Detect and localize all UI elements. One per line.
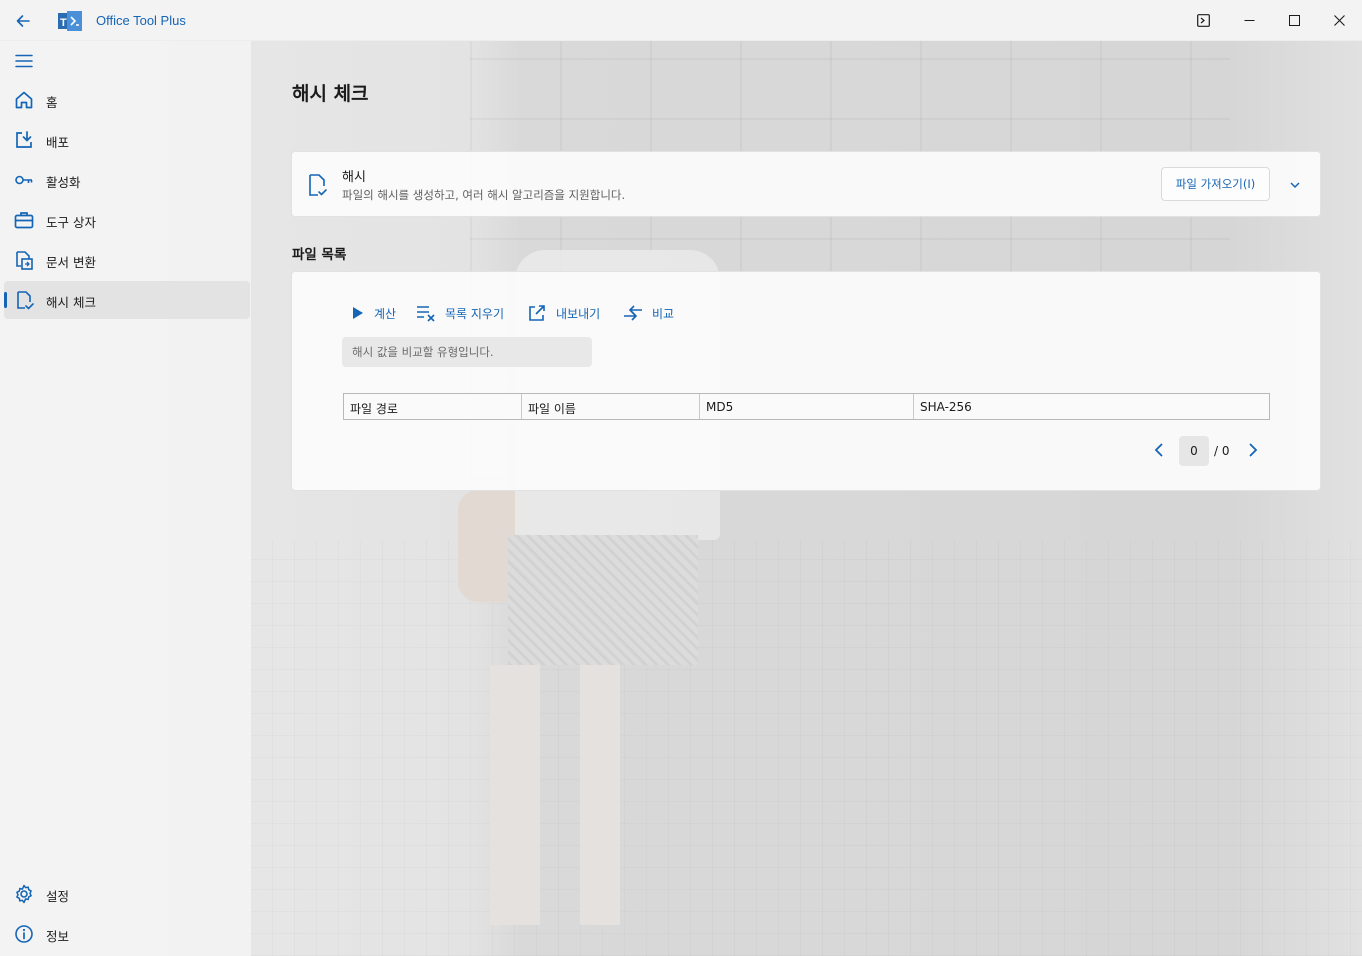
column-header-file-path[interactable]: 파일 경로 [344, 394, 522, 419]
sidebar-item-document-convert[interactable]: 문서 변환 [4, 241, 250, 279]
expand-button[interactable] [1284, 174, 1306, 196]
sidebar-item-label: 해시 체크 [46, 295, 96, 310]
compare-label: 비교 [652, 306, 675, 321]
calculate-label: 계산 [374, 306, 397, 321]
hash-card-title: 해시 [342, 170, 366, 185]
sidebar-item-about[interactable]: 정보 [4, 915, 250, 953]
import-file-button[interactable]: 파일 가져오기(I) [1161, 167, 1270, 201]
maximize-button[interactable] [1271, 0, 1317, 41]
column-header-md5[interactable]: MD5 [700, 394, 914, 419]
file-list-card: 계산 목록 지우기 내보내기 비교 파일 경로 [291, 271, 1321, 491]
close-button[interactable] [1316, 0, 1362, 41]
file-list-title: 파일 목록 [292, 247, 347, 263]
clear-list-label: 목록 지우기 [445, 306, 505, 321]
toolbox-icon [14, 212, 34, 229]
command-palette-button[interactable] [1180, 0, 1226, 41]
hash-compare-input[interactable] [342, 337, 592, 367]
arrow-left-icon [16, 15, 30, 27]
column-header-file-name[interactable]: 파일 이름 [522, 394, 700, 419]
gear-icon [16, 884, 32, 904]
app-title: Office Tool Plus [96, 13, 186, 28]
previous-page-button[interactable] [1147, 438, 1169, 462]
column-header-sha256[interactable]: SHA-256 [914, 394, 1269, 419]
home-icon [15, 91, 33, 109]
sidebar-item-deploy[interactable]: 배포 [4, 121, 250, 159]
maximize-icon [1288, 15, 1300, 26]
minimize-button[interactable] [1226, 0, 1272, 41]
calculate-button[interactable]: 계산 [348, 301, 396, 325]
compare-button[interactable]: 비교 [623, 301, 674, 325]
total-pages: / 0 [1214, 444, 1230, 458]
sidebar-item-label: 정보 [46, 929, 70, 944]
chevron-left-icon [1154, 443, 1162, 457]
export-icon [527, 303, 547, 323]
hash-card: 해시 파일의 해시를 생성하고, 여러 해시 알고리즘을 지원합니다. 파일 가… [291, 151, 1321, 217]
sidebar: 홈 배포 활성화 도구 상자 문서 변환 해시 체크 설정 정보 [0, 41, 251, 956]
next-page-button[interactable] [1242, 438, 1264, 462]
hash-file-icon [309, 174, 327, 196]
sidebar-item-settings[interactable]: 설정 [4, 875, 250, 913]
sidebar-item-label: 도구 상자 [46, 215, 96, 230]
current-page-box[interactable]: 0 [1179, 436, 1209, 466]
clear-list-button[interactable]: 목록 지우기 [416, 301, 504, 325]
document-convert-icon [16, 251, 33, 270]
sidebar-item-activation[interactable]: 활성화 [4, 161, 250, 199]
sidebar-item-label: 문서 변환 [46, 255, 96, 270]
hash-card-description: 파일의 해시를 생성하고, 여러 해시 알고리즘을 지원합니다. [342, 188, 626, 202]
deploy-icon [16, 131, 32, 148]
key-icon [15, 175, 33, 185]
sidebar-item-home[interactable]: 홈 [4, 81, 250, 119]
close-icon [1333, 15, 1345, 26]
minimize-icon [1244, 20, 1254, 21]
hamburger-icon [15, 54, 33, 68]
chevron-down-icon [1290, 182, 1300, 189]
export-button[interactable]: 내보내기 [527, 301, 600, 325]
active-indicator [4, 292, 7, 308]
hash-check-icon [17, 291, 34, 310]
sidebar-item-hash-check[interactable]: 해시 체크 [4, 281, 250, 319]
title-bar: T Office Tool Plus [0, 0, 1362, 41]
sidebar-item-label: 활성화 [46, 175, 81, 190]
compare-icon [623, 303, 643, 323]
page-title: 해시 체크 [292, 83, 369, 105]
back-button[interactable] [8, 6, 38, 36]
svg-text:T: T [60, 17, 67, 29]
clear-list-icon [416, 303, 436, 323]
sidebar-item-label: 배포 [46, 135, 70, 150]
chevron-right-icon [1249, 443, 1257, 457]
terminal-icon [1196, 14, 1210, 27]
table-header: 파일 경로 파일 이름 MD5 SHA-256 [343, 393, 1270, 420]
export-label: 내보내기 [556, 306, 601, 321]
menu-toggle-button[interactable] [10, 49, 38, 73]
app-logo: T [58, 11, 82, 31]
sidebar-item-label: 홈 [46, 95, 58, 110]
info-icon [15, 925, 33, 943]
sidebar-item-label: 설정 [46, 889, 70, 904]
play-icon [348, 303, 368, 323]
sidebar-item-toolbox[interactable]: 도구 상자 [4, 201, 250, 239]
